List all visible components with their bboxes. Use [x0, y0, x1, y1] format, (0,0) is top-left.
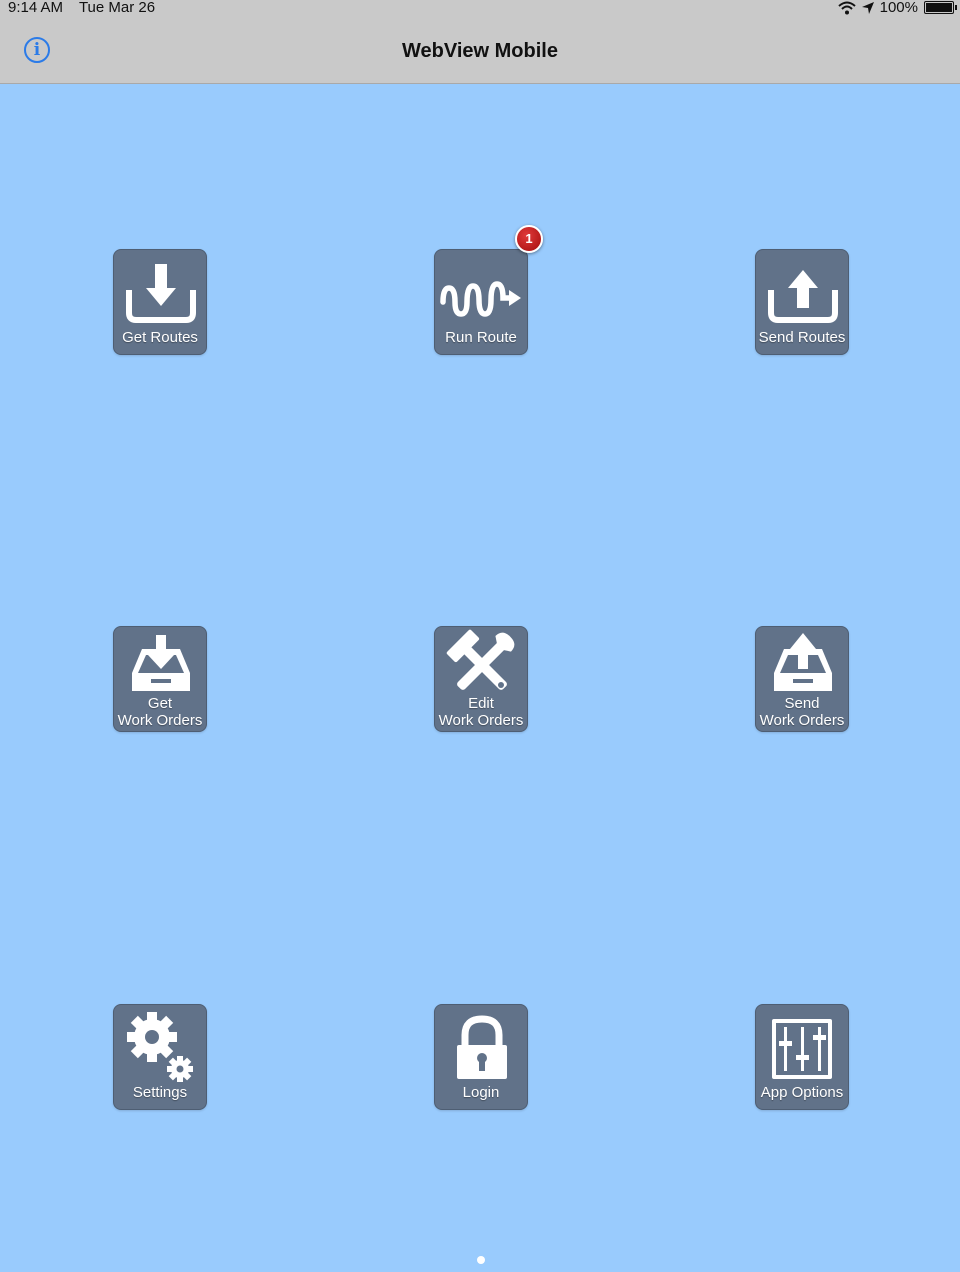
- login-button[interactable]: Login: [434, 1004, 528, 1110]
- battery-icon: [924, 1, 957, 14]
- tile-label-line2: Work Orders: [438, 712, 524, 729]
- tile-label: Get Work Orders: [114, 695, 206, 729]
- tile-label-line1: Get: [147, 695, 173, 712]
- status-time: 9:14 AM: [8, 0, 64, 16]
- settings-button[interactable]: Settings: [113, 1004, 207, 1110]
- status-date: Tue Mar 26: [78, 0, 156, 16]
- run-route-button[interactable]: Run Route 1: [434, 225, 543, 355]
- send-routes-button[interactable]: Send Routes: [755, 249, 849, 355]
- tile-label: Send Routes: [758, 329, 846, 346]
- notification-badge: 1: [515, 225, 543, 253]
- tile-label: Settings: [132, 1084, 188, 1101]
- tile-label-line2: Work Orders: [759, 712, 845, 729]
- nav-bar: i WebView Mobile: [0, 18, 960, 84]
- edit-work-orders-button[interactable]: Edit Work Orders: [434, 626, 528, 732]
- tile-label: Get Routes: [122, 329, 198, 346]
- get-work-orders-button[interactable]: Get Work Orders: [113, 626, 207, 732]
- tile-label: Run Route: [445, 329, 517, 346]
- tile-label: Login: [462, 1084, 500, 1101]
- battery-percent: 100%: [879, 0, 918, 16]
- tile-label: Edit Work Orders: [435, 695, 527, 729]
- wifi-icon: [837, 1, 856, 14]
- location-arrow-icon: [861, 1, 874, 14]
- app-options-button[interactable]: App Options: [755, 1004, 849, 1110]
- tile-label-line1: Send: [784, 695, 820, 712]
- tile-label-line2: Work Orders: [117, 712, 203, 729]
- page-indicator-dot: [477, 1256, 485, 1264]
- tile-label: Send Work Orders: [756, 695, 848, 729]
- send-work-orders-button[interactable]: Send Work Orders: [755, 626, 849, 732]
- get-routes-button[interactable]: Get Routes: [113, 249, 207, 355]
- tile-label: App Options: [760, 1084, 844, 1101]
- status-bar: 9:14 AM Tue Mar 26 100%: [0, 0, 960, 18]
- tile-label-line1: Edit: [468, 695, 494, 712]
- page-title: WebView Mobile: [402, 40, 558, 62]
